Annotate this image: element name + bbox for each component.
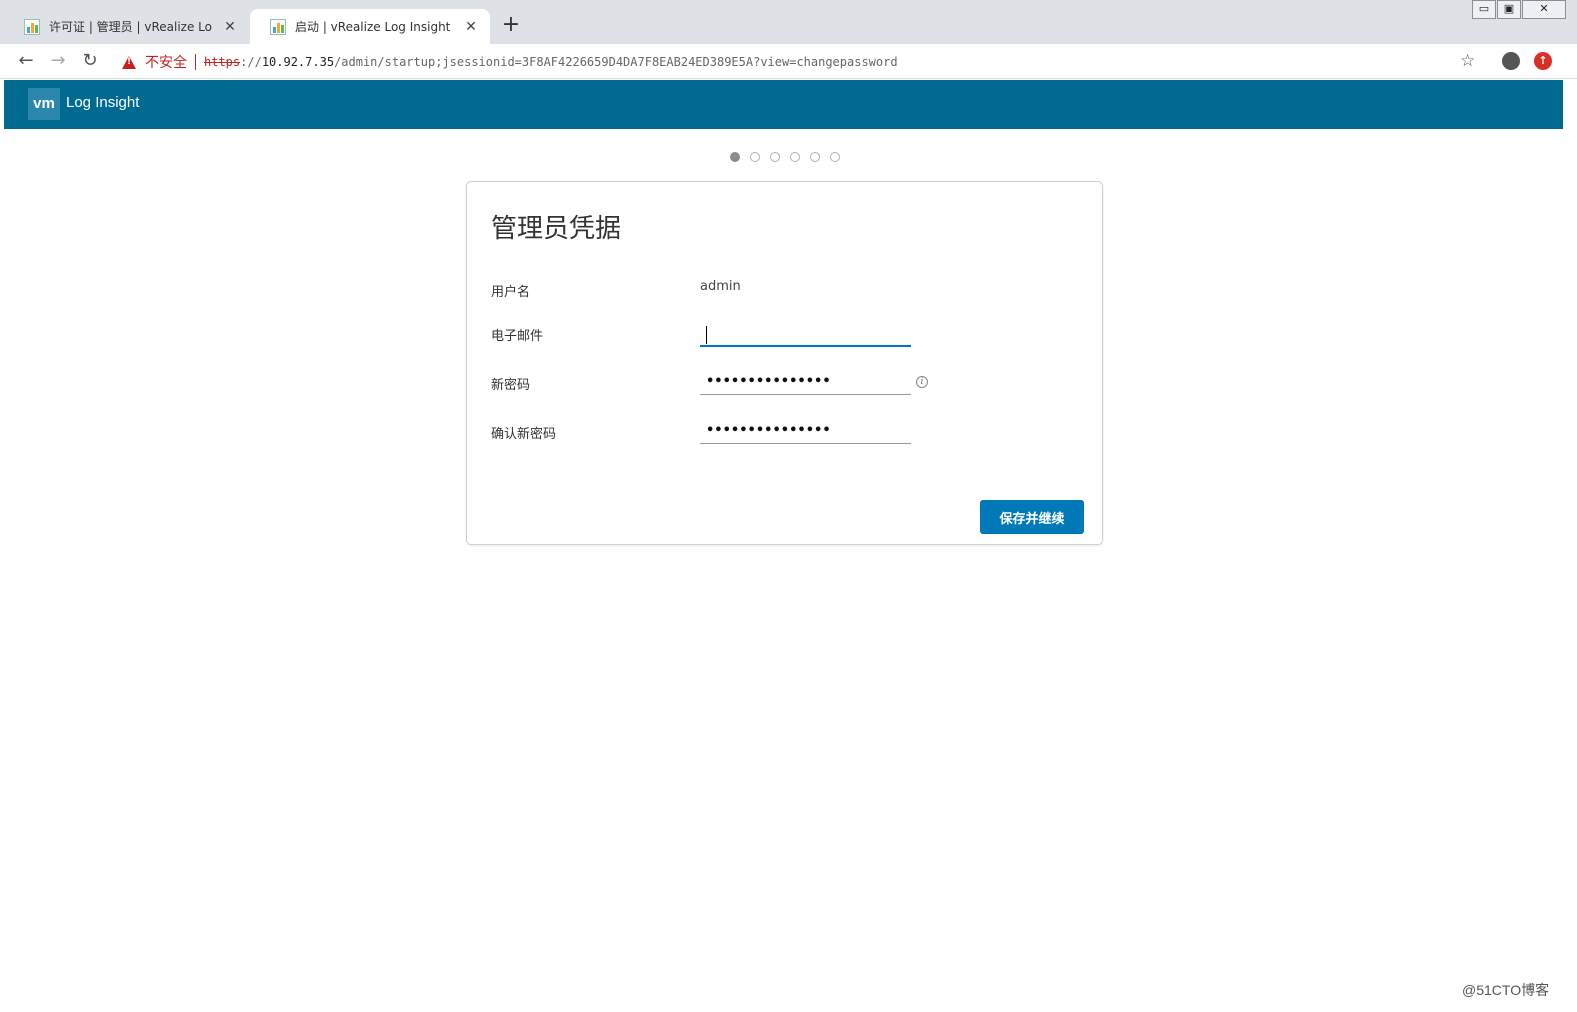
card-title: 管理员凭据: [491, 214, 622, 244]
browser-tab-strip: 许可证 | 管理员 | vRealize Lo ✕ 启动 | vRealize …: [0, 0, 1577, 44]
vrealize-favicon-icon: [270, 18, 286, 35]
save-and-continue-button[interactable]: 保存并继续: [980, 500, 1084, 534]
tab-title: 许可证 | 管理员 | vRealize Lo: [49, 20, 212, 34]
url-path: /admin/startup;jsessionid=3F8AF4226659D4…: [334, 55, 898, 69]
back-arrow-icon[interactable]: ←: [14, 50, 38, 74]
new-password-mask: •••••••••••••••: [706, 374, 831, 389]
username-label: 用户名: [491, 285, 531, 300]
tab-close-icon[interactable]: ✕: [221, 19, 239, 35]
browser-tab-license[interactable]: 许可证 | 管理员 | vRealize Lo ✕: [4, 9, 249, 44]
stepper-dot-1: [730, 152, 740, 162]
url-host: 10.92.7.35: [261, 55, 335, 69]
url-scheme: https: [204, 55, 241, 69]
forward-arrow-icon[interactable]: →: [46, 50, 70, 74]
stepper-dot-5: [810, 152, 820, 162]
restore-window-button[interactable]: ▣: [1497, 0, 1521, 19]
confirm-password-label: 确认新密码: [491, 427, 557, 442]
warning-triangle-icon: [122, 55, 136, 69]
new-password-label: 新密码: [491, 378, 531, 393]
vmware-logo: vm: [28, 88, 60, 120]
email-label: 电子邮件: [491, 329, 544, 344]
security-status[interactable]: 不安全: [145, 52, 187, 72]
close-window-button[interactable]: ✕: [1522, 0, 1566, 19]
info-icon[interactable]: i: [916, 376, 928, 388]
app-header: vm Log Insight: [4, 80, 1563, 129]
browser-toolbar: ← → ↻ 不安全 https://10.92.7.35/admin/start…: [0, 44, 1577, 79]
bookmark-star-icon[interactable]: ☆: [1460, 51, 1475, 71]
vrealize-favicon-icon: [24, 18, 40, 35]
stepper-dot-3: [770, 152, 780, 162]
confirm-password-mask: •••••••••••••••: [706, 423, 831, 438]
update-icon[interactable]: ↑: [1534, 52, 1552, 70]
url-text[interactable]: https://10.92.7.35/admin/startup;jsessio…: [204, 55, 898, 69]
profile-avatar-icon[interactable]: [1502, 52, 1520, 70]
omnibox-divider: [195, 54, 196, 70]
email-field[interactable]: [700, 323, 911, 347]
text-caret: [706, 326, 707, 344]
watermark: @51CTO博客: [1462, 982, 1550, 998]
url-separator: ://: [240, 55, 262, 69]
stepper-dot-6: [830, 152, 840, 162]
address-bar[interactable]: 不安全 https://10.92.7.35/admin/startup;jse…: [112, 48, 1492, 76]
app-title: Log Insight: [66, 94, 140, 111]
reload-icon[interactable]: ↻: [78, 50, 102, 74]
wizard-stepper: [730, 152, 850, 162]
tab-title: 启动 | vRealize Log Insight: [295, 20, 451, 34]
username-value: admin: [700, 279, 741, 294]
browser-tab-startup[interactable]: 启动 | vRealize Log Insight ✕: [250, 9, 490, 44]
stepper-dot-4: [790, 152, 800, 162]
admin-credentials-card: 管理员凭据 用户名 admin 电子邮件 新密码 •••••••••••••••…: [466, 181, 1103, 545]
new-tab-button[interactable]: +: [498, 13, 524, 39]
tab-close-icon[interactable]: ✕: [462, 19, 480, 35]
minimize-window-button[interactable]: ▭: [1472, 0, 1496, 19]
stepper-dot-2: [750, 152, 760, 162]
